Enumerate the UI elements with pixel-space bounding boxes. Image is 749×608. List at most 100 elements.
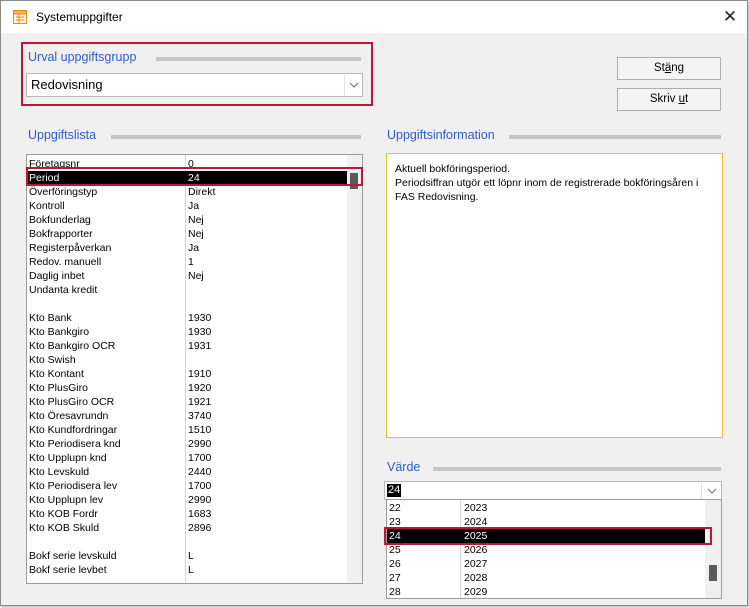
task-list-row[interactable]: Överföringstyp Direkt xyxy=(27,185,347,199)
task-list-row-value: 2990 xyxy=(188,438,212,450)
task-list-row[interactable]: Kto Periodisera lev 1700 xyxy=(27,479,347,493)
task-list-row[interactable]: Kto KOB Skuld 2896 xyxy=(27,521,347,535)
task-list-row-value: 2440 xyxy=(188,466,212,478)
task-list-row-label: Kontroll xyxy=(29,200,65,212)
task-list-row-label: Kto Levskuld xyxy=(29,466,90,478)
task-list-row[interactable]: Kto KOB Fordr 1683 xyxy=(27,507,347,521)
close-button-label-start: St xyxy=(653,62,665,74)
task-list-row-label: Undanta kredit xyxy=(29,284,98,296)
task-list-row-label: Redov. manuell xyxy=(29,256,102,268)
task-list-row[interactable]: Kto Bank 1930 xyxy=(27,311,347,325)
task-list-row-label: Kto Bank xyxy=(29,312,72,324)
task-list-row[interactable]: Kto Bankgiro OCR 1931 xyxy=(27,339,347,353)
task-list-row-label: Kto PlusGiro OCR xyxy=(29,396,115,408)
task-list-row-label: Kto Kundfordringar xyxy=(29,424,118,436)
task-list-row-label: Bokf serie levskuld xyxy=(29,550,117,562)
task-list-row-value: 1700 xyxy=(188,480,212,492)
task-list-row-value: Direkt xyxy=(188,186,216,198)
task-list-row-value: L xyxy=(188,550,194,562)
task-list-row-label: Bokfrapporter xyxy=(29,228,93,240)
value-list-row-year: 2026 xyxy=(464,544,488,556)
print-button[interactable]: Skriv ut xyxy=(617,88,721,111)
value-list-row-year: 2027 xyxy=(464,558,488,570)
group-select-dropdown[interactable]: Redovisning xyxy=(26,73,363,97)
task-list-row-label: Kto Bankgiro xyxy=(29,326,90,338)
task-list-row-value: 1510 xyxy=(188,424,212,436)
value-list-row-period: 25 xyxy=(389,544,401,556)
task-info-line-2: Periodsiffran utgör ett löpnr inom de re… xyxy=(395,177,699,189)
dialog-window: Systemuppgifter ✕ Urval uppgiftsgrupp Re… xyxy=(0,0,748,606)
close-button[interactable]: Stäng xyxy=(617,57,721,80)
task-list-row-label: Överföringstyp xyxy=(29,186,98,198)
title-bar: Systemuppgifter ✕ xyxy=(1,1,747,33)
task-info-line-1: Aktuell bokföringsperiod. xyxy=(395,163,510,175)
task-list-row[interactable]: Bokf serie levbet L xyxy=(27,563,347,577)
value-list-row-period: 28 xyxy=(389,586,401,598)
task-list-row[interactable]: Kto Periodisera knd 2990 xyxy=(27,437,347,451)
task-list[interactable]: Företagsnr 0 Period 24 Överföringstyp Direkt K… xyxy=(26,154,363,584)
task-list-row[interactable]: Kto Upplupn lev 2990 xyxy=(27,493,347,507)
task-list-row-label: Kto KOB Skuld xyxy=(29,522,100,534)
task-list-row-value: Nej xyxy=(188,214,204,226)
task-list-row[interactable]: Undanta kredit xyxy=(27,283,347,297)
task-list-row[interactable]: Kto Kundfordringar 1510 xyxy=(27,423,347,437)
task-list-row[interactable]: Kto Levskuld 2440 xyxy=(27,465,347,479)
task-list-row-label: Bokf serie levbet xyxy=(29,564,107,576)
task-list-row[interactable]: Daglig inbet Nej xyxy=(27,269,347,283)
chevron-down-icon[interactable] xyxy=(701,482,721,499)
table-window-icon xyxy=(13,10,27,24)
value-list-row[interactable]: 25 2026 xyxy=(387,543,705,557)
task-list-row-label: Kto Kontant xyxy=(29,368,84,380)
task-list-row[interactable]: Redov. manuell 1 xyxy=(27,255,347,269)
value-list-row-period: 27 xyxy=(389,572,401,584)
task-list-row[interactable]: Kto Bankgiro 1930 xyxy=(27,325,347,339)
task-list-row[interactable]: Kto PlusGiro 1920 xyxy=(27,381,347,395)
task-list-row[interactable]: Bokfrapporter Nej xyxy=(27,227,347,241)
task-list-row[interactable] xyxy=(27,297,347,311)
task-list-row-value: Ja xyxy=(188,242,200,254)
task-list-row-value: 1931 xyxy=(188,340,212,352)
value-list-scroll-thumb[interactable] xyxy=(709,565,717,581)
task-list-row[interactable]: Kto PlusGiro OCR 1921 xyxy=(27,395,347,409)
task-list-row-label: Kto Upplupn lev xyxy=(29,494,104,506)
task-list-row[interactable]: Kontroll Ja xyxy=(27,199,347,213)
value-list-row[interactable]: 28 2029 xyxy=(387,585,705,598)
task-info-line-3: FAS Redovisning. xyxy=(395,191,479,203)
chevron-down-icon[interactable] xyxy=(344,74,362,96)
task-list-scrollbar[interactable] xyxy=(347,155,362,583)
value-list[interactable]: 22 2023 23 2024 24 2025 25 2026 26 2027 27 2028 28 20… xyxy=(386,499,722,599)
value-list-row-period: 26 xyxy=(389,558,401,570)
task-list-row[interactable]: Bokfunderlag Nej xyxy=(27,213,347,227)
task-list-row-label: Kto Swish xyxy=(29,354,76,366)
value-list-row-period: 22 xyxy=(389,502,401,514)
task-list-row[interactable]: Bokf serie levskuld L xyxy=(27,549,347,563)
value-list-row[interactable]: 27 2028 xyxy=(387,571,705,585)
task-list-row-value: 1930 xyxy=(188,326,212,338)
value-list-selected-highlight xyxy=(384,527,712,545)
task-list-row-value: Ja xyxy=(188,200,200,212)
value-list-row[interactable]: 26 2027 xyxy=(387,557,705,571)
task-list-row[interactable]: Kto Kontant 1910 xyxy=(27,367,347,381)
value-list-scrollbar[interactable] xyxy=(705,500,721,598)
task-list-row-value: 1700 xyxy=(188,452,212,464)
task-list-row[interactable]: Kto Öresavrundn 3740 xyxy=(27,409,347,423)
task-list-row-value: 1683 xyxy=(188,508,212,520)
task-list-row-value: 1 xyxy=(188,256,194,268)
value-list-row[interactable]: 22 2023 xyxy=(387,501,705,515)
task-list-row-label: Kto Periodisera knd xyxy=(29,438,121,450)
task-list-row-value: Nej xyxy=(188,270,204,282)
task-info-panel: Aktuell bokföringsperiod. Periodsiffran … xyxy=(386,153,723,438)
task-list-row-value: 1910 xyxy=(188,368,212,380)
value-select-current[interactable]: 24 xyxy=(387,484,402,497)
task-list-row-value: 1930 xyxy=(188,312,212,324)
value-list-row-year: 2023 xyxy=(464,502,488,514)
task-list-title: Uppgiftslista xyxy=(28,128,97,142)
value-list-row-year: 2029 xyxy=(464,586,488,598)
value-select-dropdown[interactable]: 24 xyxy=(384,481,722,500)
task-list-row[interactable]: Registerpåverkan Ja xyxy=(27,241,347,255)
task-list-row[interactable] xyxy=(27,535,347,549)
close-icon[interactable]: ✕ xyxy=(719,6,741,28)
task-list-row[interactable]: Kto Upplupn knd 1700 xyxy=(27,451,347,465)
task-list-row[interactable]: Kto Swish xyxy=(27,353,347,367)
task-list-row-label: Daglig inbet xyxy=(29,270,85,282)
